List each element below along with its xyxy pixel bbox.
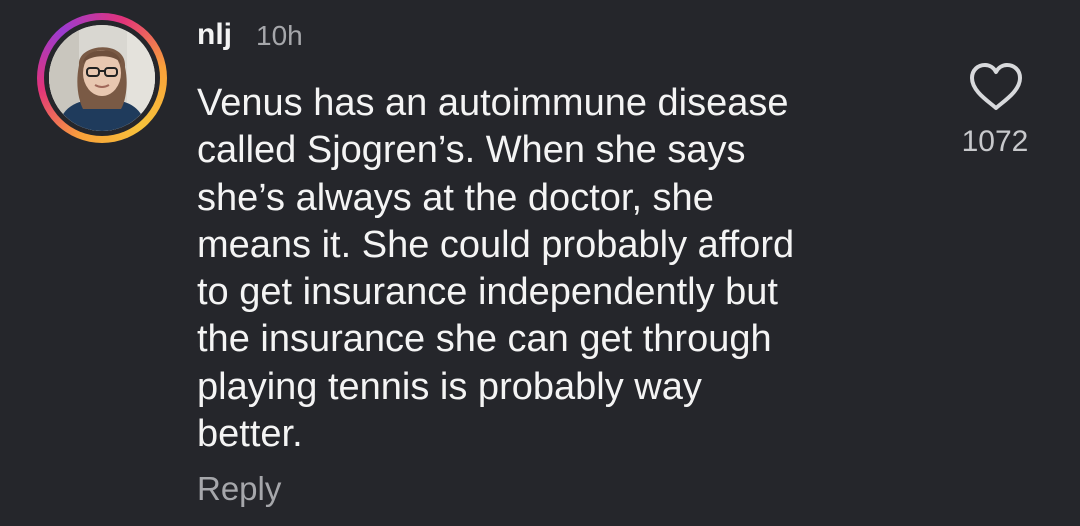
- comment-text-line: better.: [197, 413, 303, 456]
- comment-text-line: Venus has an autoimmune disease: [197, 82, 789, 124]
- comment-item: nlj 10h Venus has an autoimmune disease …: [0, 0, 1080, 526]
- comment-text-line: playing tennis is probably way: [197, 365, 702, 408]
- comment-text-line: called Sjogren’s. When she says: [197, 129, 746, 172]
- like-count: 1072: [961, 125, 1029, 158]
- comment-text: Venus has an autoimmune disease called S…: [197, 80, 897, 458]
- heart-outline-icon: [970, 63, 1022, 110]
- comment-text-line: she’s always at the doctor, she: [197, 176, 714, 219]
- avatar[interactable]: [49, 25, 155, 131]
- comment-text-line: the insurance she can get through: [197, 318, 772, 361]
- comment-text-line: to get insurance independently but: [197, 271, 778, 314]
- comment-username[interactable]: nlj: [197, 18, 232, 52]
- avatar-story-ring[interactable]: [37, 13, 167, 143]
- avatar-photo: [49, 25, 155, 131]
- like-button[interactable]: [968, 62, 1024, 112]
- comment-timestamp: 10h: [256, 20, 303, 51]
- comment-text-line: means it. She could probably afford: [197, 223, 795, 266]
- reply-button[interactable]: Reply: [197, 470, 281, 508]
